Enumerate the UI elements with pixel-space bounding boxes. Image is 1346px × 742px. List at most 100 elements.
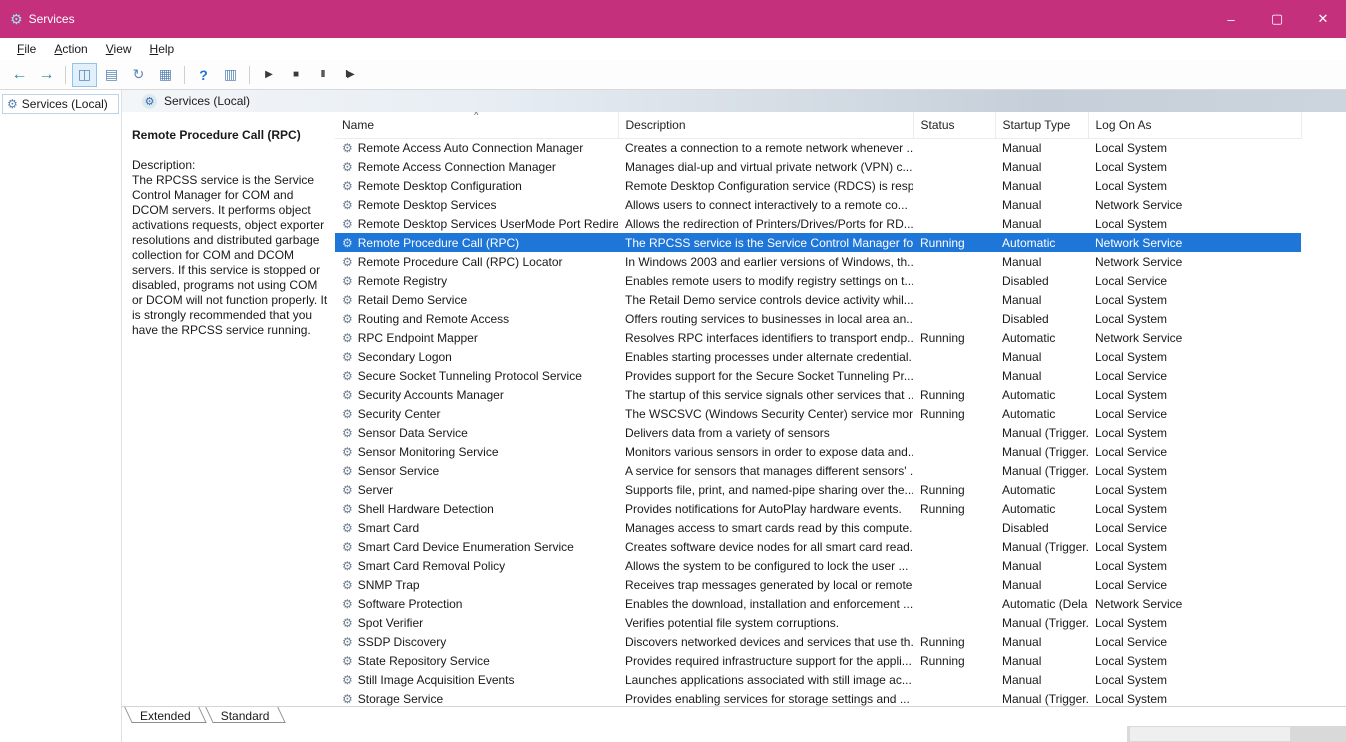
service-status-cell: Running bbox=[920, 482, 965, 497]
service-row[interactable]: ⚙ Software Protection Enables the download… bbox=[335, 594, 1301, 613]
service-row[interactable]: ⚙ Security Accounts Manager The startup of… bbox=[335, 385, 1301, 404]
service-logon-cell: Local System bbox=[1095, 140, 1168, 155]
console-tree-panel: ⚙ Services (Local) bbox=[0, 90, 122, 742]
menu-item-help[interactable]: Help bbox=[141, 40, 184, 58]
service-row[interactable]: ⚙ Server Supports file, print, and named-p… bbox=[335, 480, 1301, 499]
pause-service-button[interactable]: II bbox=[310, 63, 335, 87]
service-gear-icon: ⚙ bbox=[342, 558, 353, 573]
service-row[interactable]: ⚙ SSDP Discovery Discovers networked devic… bbox=[335, 632, 1301, 651]
stop-service-button[interactable]: ■ bbox=[283, 63, 308, 87]
show-action-pane-button[interactable]: ▥ bbox=[218, 63, 243, 87]
service-description-cell: The Retail Demo service controls device … bbox=[625, 292, 913, 307]
menu-item-view[interactable]: View bbox=[97, 40, 141, 58]
column-header-startup-type[interactable]: Startup Type bbox=[995, 112, 1089, 139]
service-gear-icon: ⚙ bbox=[342, 159, 353, 174]
column-header-name[interactable]: Name ^ bbox=[335, 112, 619, 139]
refresh-button[interactable]: ↻ bbox=[126, 63, 151, 87]
service-row[interactable]: ⚙ SNMP Trap Receives trap messages generat… bbox=[335, 575, 1301, 594]
column-header-description[interactable]: Description bbox=[618, 112, 914, 139]
service-row[interactable]: ⚙ Storage Service Provides enabling servic… bbox=[335, 689, 1301, 706]
horizontal-scrollbar[interactable] bbox=[1127, 726, 1346, 742]
service-row[interactable]: ⚙ Retail Demo Service The Retail Demo serv… bbox=[335, 290, 1301, 309]
service-row[interactable]: ⚙ Spot Verifier Verifies potential file sy… bbox=[335, 613, 1301, 632]
service-name-cell: ⚙ Software Protection bbox=[342, 596, 463, 611]
service-logon-cell: Network Service bbox=[1095, 197, 1183, 212]
bottom-strip bbox=[122, 726, 1346, 742]
service-status-cell bbox=[913, 594, 995, 613]
service-name-cell: ⚙ Still Image Acquisition Events bbox=[342, 672, 515, 687]
service-row[interactable]: ⚙ Routing and Remote Access Offers routing… bbox=[335, 309, 1301, 328]
service-row[interactable]: ⚙ Still Image Acquisition Events Launches … bbox=[335, 670, 1301, 689]
service-row[interactable]: ⚙ Shell Hardware Detection Provides notifi… bbox=[335, 499, 1301, 518]
service-description-cell: Manages dial-up and virtual private netw… bbox=[625, 159, 913, 174]
maximize-button[interactable]: ▢ bbox=[1254, 0, 1300, 38]
tree-item-label: Services (Local) bbox=[21, 97, 108, 111]
tree-item-services-local[interactable]: ⚙ Services (Local) bbox=[2, 94, 119, 114]
service-name-cell: ⚙ Remote Procedure Call (RPC) Locator bbox=[342, 254, 563, 269]
services-table-body: ⚙ Remote Access Auto Connection Manager Cr… bbox=[335, 138, 1301, 706]
service-name-cell: ⚙ State Repository Service bbox=[342, 653, 490, 668]
service-row[interactable]: ⚙ Smart Card Manages access to smart cards… bbox=[335, 518, 1301, 537]
service-row[interactable]: ⚙ Secure Socket Tunneling Protocol Servic… bbox=[335, 366, 1301, 385]
service-row[interactable]: ⚙ Smart Card Removal Policy Allows the sys… bbox=[335, 556, 1301, 575]
service-row[interactable]: ⚙ Security Center The WSCSVC (Windows Secu… bbox=[335, 404, 1301, 423]
window-title: Services bbox=[28, 12, 75, 26]
service-gear-icon: ⚙ bbox=[342, 330, 353, 345]
service-row[interactable]: ⚙ Remote Procedure Call (RPC) Locator In W… bbox=[335, 252, 1301, 271]
service-row[interactable]: ⚙ Sensor Data Service Delivers data from a… bbox=[335, 423, 1301, 442]
service-row[interactable]: ⚙ Remote Desktop Services Allows users to … bbox=[335, 195, 1301, 214]
service-gear-icon: ⚙ bbox=[342, 596, 353, 611]
column-header-status[interactable]: Status bbox=[913, 112, 996, 139]
service-row[interactable]: ⚙ Remote Procedure Call (RPC) The RPCSS se… bbox=[335, 233, 1301, 252]
toolbar-separator bbox=[65, 65, 66, 84]
tab-extended[interactable]: Extended bbox=[128, 707, 209, 726]
properties-button[interactable]: ▤ bbox=[99, 63, 124, 87]
service-row[interactable]: ⚙ Remote Desktop Services UserMode Port R… bbox=[335, 214, 1301, 233]
minimize-button[interactable]: – bbox=[1208, 0, 1254, 38]
export-list-button[interactable]: ▦ bbox=[153, 63, 178, 87]
service-name-cell: ⚙ Sensor Data Service bbox=[342, 425, 468, 440]
service-row[interactable]: ⚙ Secondary Logon Enables starting process… bbox=[335, 347, 1301, 366]
service-name-cell: ⚙ Remote Registry bbox=[342, 273, 448, 288]
service-startup-cell: Manual bbox=[1002, 197, 1042, 212]
service-gear-icon: ⚙ bbox=[342, 349, 353, 364]
service-startup-cell: Manual (Trigger... bbox=[1002, 463, 1088, 478]
forward-button[interactable]: → bbox=[34, 63, 59, 87]
back-button[interactable]: ← bbox=[7, 63, 32, 87]
service-name-cell: ⚙ Shell Hardware Detection bbox=[342, 501, 494, 516]
service-row[interactable]: ⚙ Remote Registry Enables remote users to … bbox=[335, 271, 1301, 290]
service-status-cell bbox=[913, 461, 995, 480]
service-logon-cell: Local System bbox=[1095, 463, 1168, 478]
service-status-cell bbox=[913, 518, 995, 537]
service-description-cell: Enables starting processes under alterna… bbox=[625, 349, 913, 364]
show-console-tree-button[interactable]: ◫ bbox=[72, 62, 97, 87]
restart-service-button[interactable]: I▶ bbox=[337, 63, 362, 87]
horizontal-scrollbar-thumb[interactable] bbox=[1130, 727, 1290, 741]
service-row[interactable]: ⚙ Remote Access Connection Manager Manages… bbox=[335, 157, 1301, 176]
service-row[interactable]: ⚙ RPC Endpoint Mapper Resolves RPC interfa… bbox=[335, 328, 1301, 347]
menu-item-file[interactable]: File bbox=[8, 40, 45, 58]
menu-item-action[interactable]: Action bbox=[45, 40, 96, 58]
service-row[interactable]: ⚙ Smart Card Device Enumeration Service Cr… bbox=[335, 537, 1301, 556]
service-gear-icon: ⚙ bbox=[342, 368, 353, 383]
service-name-cell: ⚙ Smart Card Device Enumeration Service bbox=[342, 539, 574, 554]
service-row[interactable]: ⚙ Remote Desktop Configuration Remote Desk… bbox=[335, 176, 1301, 195]
service-logon-cell: Local Service bbox=[1095, 444, 1168, 459]
caption-buttons: – ▢ ✕ bbox=[1208, 0, 1346, 38]
service-row[interactable]: ⚙ State Repository Service Provides requir… bbox=[335, 651, 1301, 670]
service-startup-cell: Manual bbox=[1002, 672, 1042, 687]
service-logon-cell: Local Service bbox=[1095, 520, 1168, 535]
column-header-log-on-as[interactable]: Log On As bbox=[1088, 112, 1302, 139]
help-button[interactable]: ? bbox=[191, 63, 216, 87]
detail-panel: Remote Procedure Call (RPC) Description:… bbox=[122, 112, 335, 706]
service-row[interactable]: ⚙ Sensor Monitoring Service Monitors vario… bbox=[335, 442, 1301, 461]
service-logon-cell: Local System bbox=[1095, 615, 1168, 630]
close-button[interactable]: ✕ bbox=[1300, 0, 1346, 38]
start-service-button[interactable]: ▶ bbox=[256, 63, 281, 87]
service-gear-icon: ⚙ bbox=[342, 406, 353, 421]
service-startup-cell: Automatic (Dela... bbox=[1002, 596, 1088, 611]
service-status-cell bbox=[913, 575, 995, 594]
tab-standard[interactable]: Standard bbox=[209, 707, 288, 726]
service-row[interactable]: ⚙ Remote Access Auto Connection Manager Cr… bbox=[335, 138, 1301, 157]
service-row[interactable]: ⚙ Sensor Service A service for sensors tha… bbox=[335, 461, 1301, 480]
